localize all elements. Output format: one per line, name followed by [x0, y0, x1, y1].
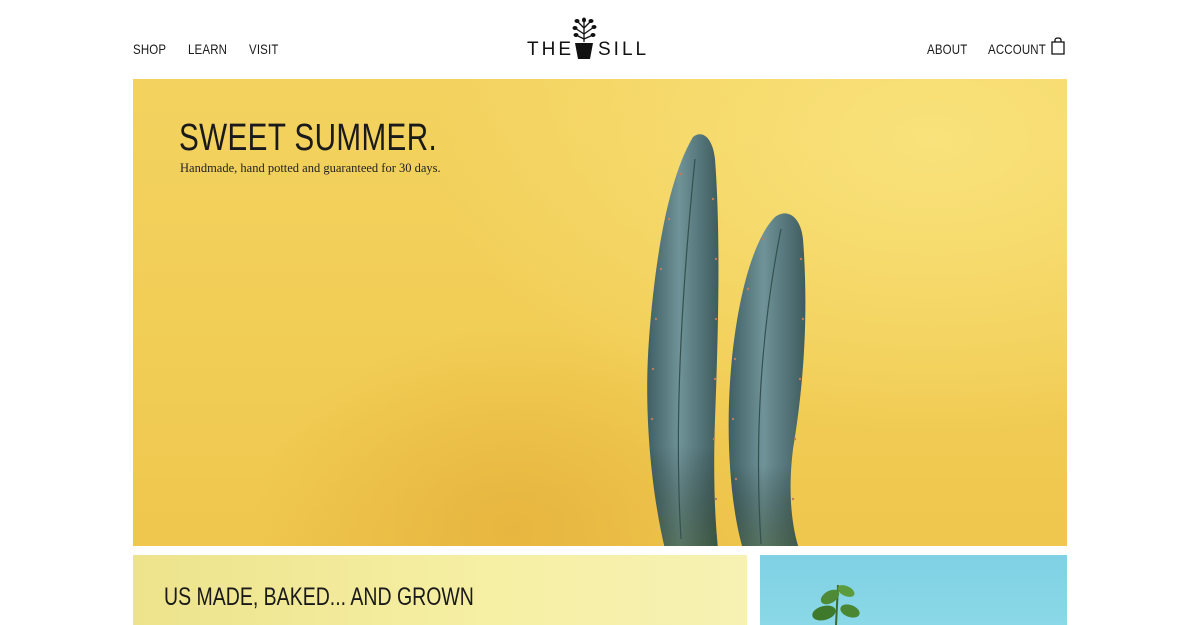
plant-leaves-image [812, 584, 860, 625]
hero-subtitle: Handmade, hand potted and guaranteed for… [180, 161, 441, 175]
potted-plant-icon [572, 17, 597, 59]
shopping-bag-icon[interactable] [1050, 37, 1066, 55]
logo-text-sill: SILL [598, 39, 650, 60]
nav-learn[interactable]: LEARN [188, 41, 227, 57]
nav-account[interactable]: ACCOUNT [988, 41, 1046, 57]
promo-card-plant[interactable] [760, 555, 1067, 625]
nav-shop[interactable]: SHOP [133, 41, 166, 57]
nav-about[interactable]: ABOUT [927, 41, 967, 57]
logo-text-the: THE [527, 39, 574, 60]
site-logo[interactable]: THE SILL [527, 14, 647, 62]
hero-title: SWEET SUMMER. [179, 117, 438, 159]
promo-card-title: US MADE, BAKED... AND GROWN [164, 583, 474, 611]
hero-banner[interactable]: SWEET SUMMER. Handmade, hand potted and … [133, 79, 1067, 546]
promo-card-us-made[interactable]: US MADE, BAKED... AND GROWN [133, 555, 747, 625]
nav-visit[interactable]: VISIT [249, 41, 279, 57]
cactus-image [647, 134, 806, 546]
